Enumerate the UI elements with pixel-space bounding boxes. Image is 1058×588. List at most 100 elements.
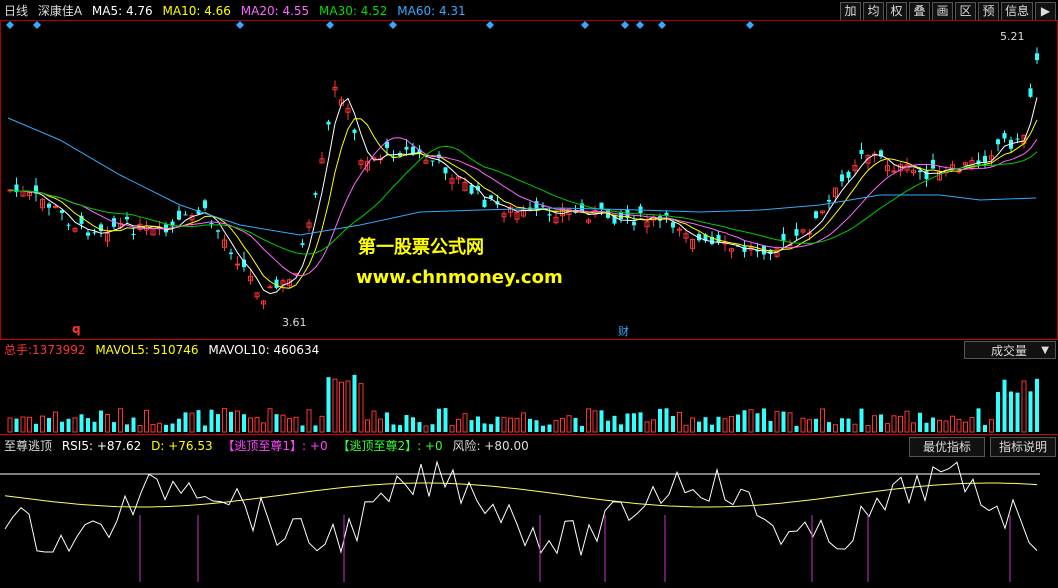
volume-bar [547, 424, 552, 432]
volume-bar [566, 415, 572, 433]
volume-bar [423, 425, 429, 433]
volume-bar [358, 383, 364, 433]
volume-bar [118, 408, 123, 433]
signal-diamond [326, 21, 334, 29]
volume-bar [865, 425, 871, 433]
candle-body [632, 221, 636, 226]
volume-bar [541, 425, 545, 432]
volume-bar [534, 420, 539, 432]
signal-diamond [236, 21, 244, 29]
volume-bar [508, 417, 513, 433]
volume-bar [969, 416, 975, 433]
rsi5-value: RSI5: +87.62 [61, 439, 142, 453]
volume-bar [254, 417, 260, 433]
volume-bar [53, 411, 58, 433]
signal-diamond [389, 21, 397, 29]
volume-bar [924, 422, 929, 432]
volume-bar [449, 425, 455, 433]
candle-body [827, 199, 831, 202]
volume-bar [20, 416, 26, 433]
candle-body [125, 216, 129, 220]
indicator-selector[interactable]: 成交量 ▼ [964, 341, 1056, 359]
stock-chart[interactable]: 5.21 3.61 q 财 [0, 0, 1058, 588]
volume-header: 总手:1373992 MAVOL5: 510746 MAVOL10: 46063… [4, 341, 325, 359]
volume-bar [742, 410, 747, 432]
volume-bar [560, 418, 565, 433]
volume-bar [1021, 380, 1027, 433]
candle-body [352, 129, 357, 133]
signal-diamond [6, 21, 14, 29]
candle-body [482, 199, 487, 208]
candle-body [794, 229, 799, 236]
volume-bar [632, 413, 636, 432]
candle-body [1002, 133, 1007, 139]
volume-bar [814, 418, 818, 432]
volume-bar [833, 424, 838, 433]
candle-body [229, 252, 233, 255]
candle-body [313, 193, 318, 195]
indicator-selector-label: 成交量 [991, 344, 1028, 358]
volume-layer [7, 374, 1039, 433]
candle-body [216, 230, 220, 232]
volume-bar [586, 408, 591, 433]
volume-bar [768, 420, 773, 432]
volume-bar [209, 409, 214, 432]
volume-bar [495, 416, 500, 432]
candle-body [203, 200, 207, 209]
volume-value: 1373992 [32, 343, 86, 357]
volume-bar [280, 414, 286, 433]
volume-bar [235, 410, 240, 433]
candle-body [996, 139, 1000, 145]
volume-bar [196, 410, 201, 432]
volume-bar [514, 417, 520, 433]
volume-bar [606, 420, 610, 432]
candle-body [177, 210, 181, 220]
candle-body [599, 202, 604, 210]
volume-bar [710, 424, 714, 432]
indicator-help-button[interactable]: 指标说明 [990, 437, 1056, 457]
volume-bar [911, 422, 916, 433]
volume-bar [300, 425, 305, 432]
volume-bar [371, 410, 377, 433]
candle-body [274, 279, 279, 288]
volume-bar [430, 424, 435, 432]
volume-bar [352, 374, 357, 432]
volume-bar [989, 419, 994, 433]
candle-body [131, 233, 136, 235]
candle-body [1015, 138, 1020, 140]
volume-bar [651, 419, 656, 433]
volume-bar [72, 417, 78, 433]
rsi5-line [4, 460, 1038, 556]
volume-bar [852, 423, 858, 433]
volume-bar [203, 425, 207, 432]
volume-bar [47, 417, 51, 432]
volume-bar [671, 415, 675, 432]
signal-diamond [746, 21, 754, 29]
volume-bar [729, 415, 734, 433]
best-indicator-button[interactable]: 最优指标 [909, 437, 985, 457]
volume-bar [904, 410, 910, 433]
candle-body [924, 170, 929, 180]
volume-bar [1002, 379, 1007, 432]
candle-body [209, 222, 214, 225]
volume-bar [306, 409, 312, 433]
volume-bar [501, 417, 507, 433]
volume-bar [398, 425, 402, 432]
volume-bar [125, 424, 129, 432]
mavol5-value: MAVOL5: 510746 [95, 343, 199, 357]
candle-body [235, 263, 240, 266]
volume-bar [683, 424, 689, 433]
volume-bar [274, 414, 279, 432]
candle-body [300, 243, 305, 246]
volume-bar [92, 421, 97, 432]
chevron-down-icon: ▼ [1041, 345, 1049, 356]
volume-bar [66, 418, 71, 432]
indicator-name[interactable]: 至尊逃顶 [4, 439, 52, 453]
volume-bar [462, 413, 468, 433]
volume-bar [781, 411, 786, 432]
candle-body [716, 235, 721, 243]
candle-body [846, 171, 851, 178]
volume-bar [937, 419, 942, 433]
volume-bar [891, 415, 897, 433]
volume-bar [800, 417, 806, 433]
